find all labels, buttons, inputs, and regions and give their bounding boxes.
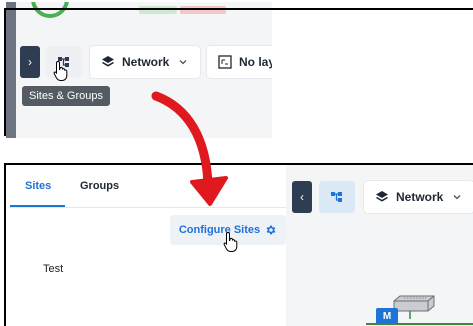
site-list-item[interactable]: Test [43, 263, 63, 275]
chevron-left-icon: ‹ [300, 190, 304, 204]
network-dropdown[interactable]: Network [90, 46, 200, 78]
expand-sidebar-button[interactable]: › [20, 46, 40, 78]
chevron-down-icon [179, 60, 187, 65]
layers-icon [376, 191, 388, 202]
frame-line-top [4, 8, 473, 10]
layout-dropdown[interactable]: No lay [207, 46, 272, 78]
pointer-hand-icon [53, 60, 68, 81]
tab-sites[interactable]: Sites [25, 180, 51, 192]
network-dropdown-map[interactable]: Network [364, 181, 473, 213]
sites-groups-icon [331, 192, 342, 202]
app-logo [31, 2, 69, 18]
chevron-right-icon: › [28, 55, 32, 69]
sites-groups-button-active[interactable] [319, 181, 355, 213]
frame-line-left-top [4, 8, 6, 136]
chevron-down-icon [453, 195, 461, 200]
layers-icon [102, 56, 114, 67]
map-area: ‹ Network M [286, 165, 473, 326]
link-line [366, 323, 473, 325]
gear-icon [266, 225, 276, 235]
layout-label: No lay [239, 55, 272, 69]
panel-edge [6, 2, 16, 138]
annotation-arrow [151, 91, 228, 206]
tab-groups[interactable]: Groups [80, 180, 119, 192]
network-label: Network [122, 55, 170, 69]
device-badge: M [376, 308, 398, 324]
frame-line-left-bottom [4, 163, 6, 326]
collapse-sidebar-button[interactable]: ‹ [292, 181, 312, 213]
sites-groups-tooltip: Sites & Groups [22, 86, 110, 106]
layout-icon [218, 55, 232, 69]
pointer-hand-icon [223, 231, 238, 252]
tooltip-text: Sites & Groups [29, 90, 103, 102]
configure-sites-label: Configure Sites [178, 224, 261, 236]
network-label: Network [396, 190, 444, 204]
